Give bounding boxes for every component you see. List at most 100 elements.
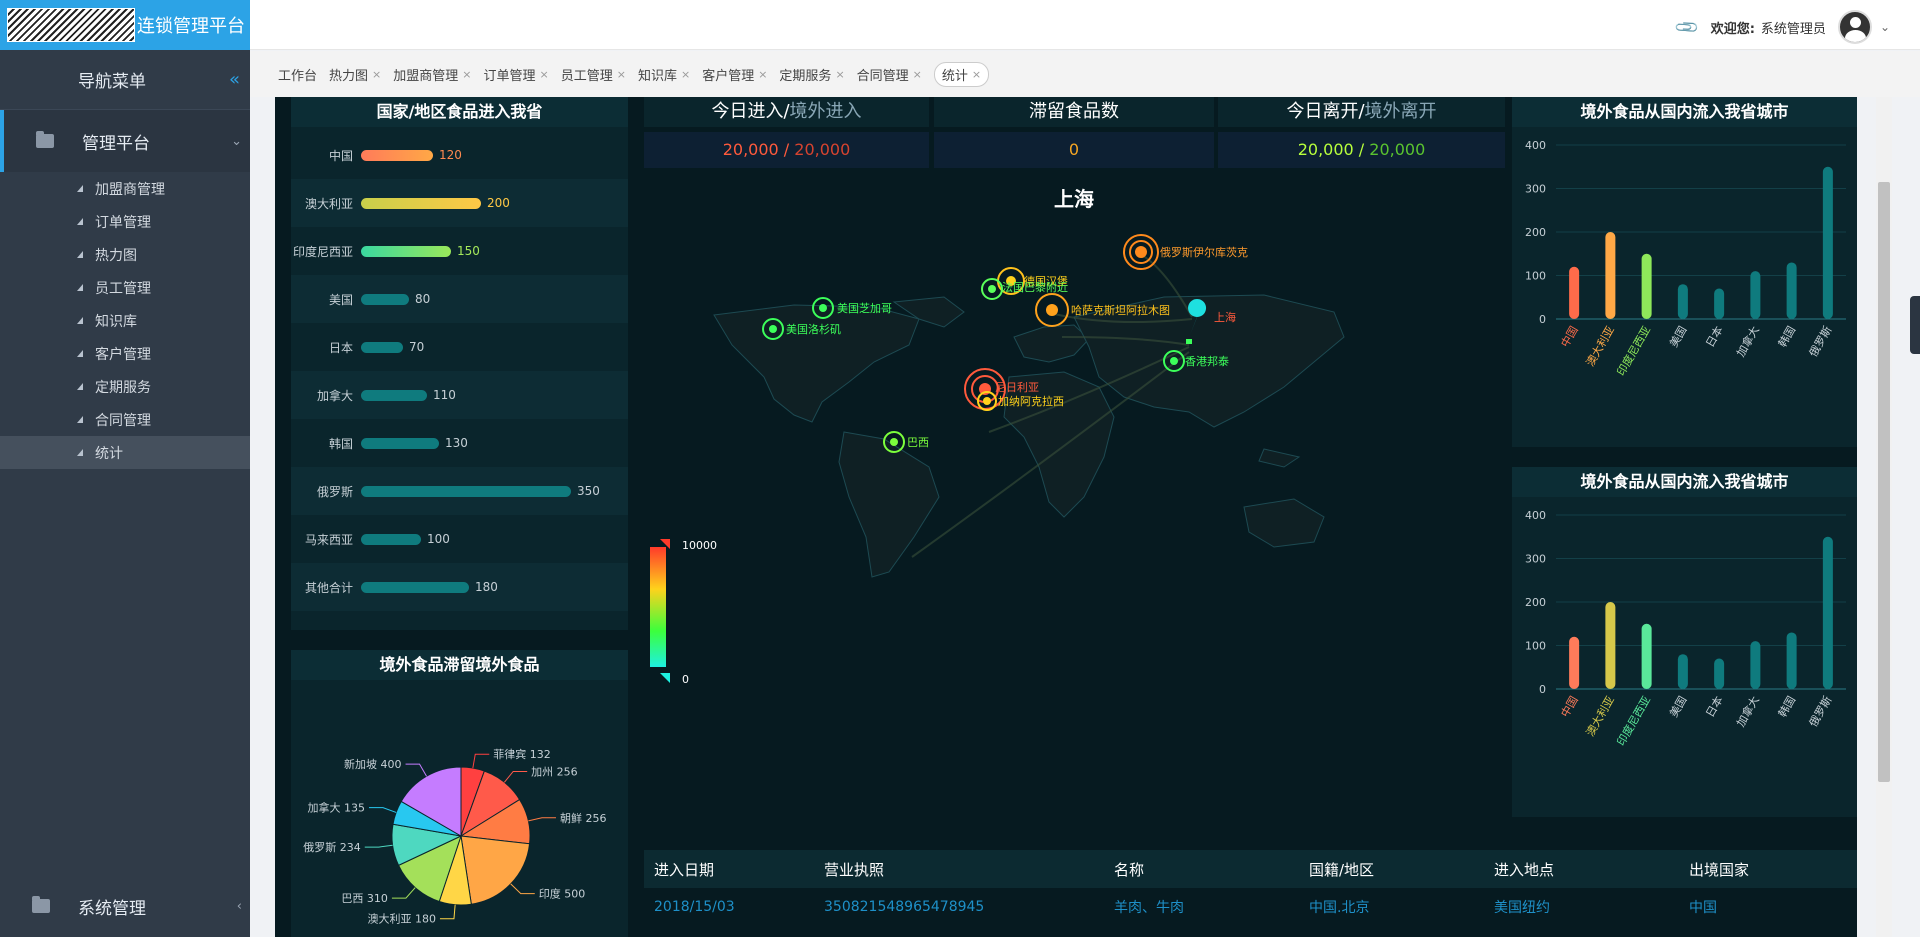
hbar[interactable] <box>361 581 469 593</box>
sidebar-item-label: 员工管理 <box>95 280 151 297</box>
bar[interactable] <box>1750 641 1761 689</box>
bar[interactable] <box>1569 266 1580 319</box>
bar[interactable] <box>1786 632 1797 689</box>
x-tick-label: 印度尼西亚 <box>1614 324 1654 379</box>
city-marker[interactable] <box>769 325 777 333</box>
stat-sep: / <box>778 140 795 159</box>
bar[interactable] <box>1786 262 1797 319</box>
sidebar-item-orders[interactable]: 订单管理 <box>0 205 250 238</box>
stat-value-main: 20,000 <box>1297 140 1354 159</box>
x-tick-label: 加拿大 <box>1733 694 1762 730</box>
hbar[interactable] <box>361 293 409 305</box>
avatar[interactable] <box>1837 10 1872 44</box>
close-icon[interactable]: × <box>540 68 549 81</box>
hbar[interactable] <box>361 149 433 161</box>
column-header[interactable]: 名称 <box>1104 859 1299 880</box>
sidebar-item-heatmap[interactable]: 热力图 <box>0 238 250 271</box>
hbar[interactable] <box>361 389 427 401</box>
city-marker[interactable] <box>1170 357 1178 365</box>
hbar-row: 其他合计 180 <box>291 563 628 611</box>
column-header[interactable]: 出境国家 <box>1679 859 1849 880</box>
bar[interactable] <box>1641 253 1652 319</box>
close-icon[interactable]: × <box>913 68 922 81</box>
table-cell: 2018/15/03 <box>654 899 735 915</box>
tab-workbench[interactable]: 工作台 <box>278 65 317 84</box>
hbar[interactable] <box>361 485 571 497</box>
close-icon[interactable]: × <box>462 68 471 81</box>
tab-franchise[interactable]: 加盟商管理 × <box>393 65 471 84</box>
user-area: 📎 欢迎您: 系统管理员 ⌄ <box>1673 10 1890 44</box>
city-marker[interactable] <box>819 304 827 312</box>
city-marker[interactable] <box>1135 246 1147 258</box>
tab-staff[interactable]: 员工管理 × <box>561 65 626 84</box>
tab-contracts[interactable]: 合同管理 × <box>857 65 922 84</box>
x-tick-label: 韩国 <box>1775 324 1798 350</box>
tab-heatmap[interactable]: 热力图 × <box>329 65 381 84</box>
city-label: 法国巴黎附近 <box>1002 280 1068 294</box>
logo[interactable]: 连锁管理平台 <box>0 0 250 50</box>
pie-label: 巴西 310 <box>341 892 388 905</box>
legend-handle-bottom[interactable] <box>660 673 670 683</box>
bar[interactable] <box>1714 288 1725 319</box>
stat-value-alt: 20,000 <box>1369 140 1426 159</box>
chevron-down-icon[interactable]: ⌄ <box>1880 20 1890 34</box>
close-icon[interactable]: × <box>681 68 690 81</box>
city-marker[interactable] <box>1046 304 1058 316</box>
pie-label: 俄罗斯 234 <box>303 841 361 854</box>
hbar[interactable] <box>361 197 481 209</box>
data-table: 进入日期 营业执照 名称 国籍/地区 进入地点 出境国家 2018/15/03 … <box>644 850 1857 926</box>
close-icon[interactable]: × <box>758 68 767 81</box>
column-header[interactable]: 营业执照 <box>814 859 1104 880</box>
side-handle[interactable] <box>1910 296 1920 354</box>
scrollbar[interactable] <box>1876 97 1892 937</box>
bar[interactable] <box>1605 232 1616 319</box>
tab-knowledge[interactable]: 知识库 × <box>638 65 690 84</box>
bar[interactable] <box>1605 602 1616 689</box>
tab-stats[interactable]: 统计 × <box>933 61 990 87</box>
x-tick-label: 澳大利亚 <box>1583 324 1617 369</box>
bar[interactable] <box>1677 654 1688 689</box>
column-header[interactable]: 国籍/地区 <box>1299 859 1484 880</box>
x-tick-label: 韩国 <box>1775 694 1798 720</box>
hbar[interactable] <box>361 437 439 449</box>
hbar[interactable] <box>361 341 403 353</box>
city-marker[interactable] <box>983 397 991 405</box>
city-marker[interactable] <box>988 285 996 293</box>
close-icon[interactable]: × <box>835 68 844 81</box>
sidebar-item-service[interactable]: 定期服务 <box>0 370 250 403</box>
sidebar-item-contracts[interactable]: 合同管理 <box>0 403 250 436</box>
world-map[interactable]: 上海 俄罗斯伊尔库茨克 德国汉堡 法国巴黎附近 美国芝加哥 美国洛杉矶 哈萨克斯… <box>644 177 1505 837</box>
sidebar-item-customers[interactable]: 客户管理 <box>0 337 250 370</box>
table-row[interactable]: 2018/15/03 350821548965478945 羊肉、牛肉 中国.北… <box>644 888 1857 926</box>
close-icon[interactable]: × <box>972 68 981 81</box>
city-marker[interactable] <box>890 438 898 446</box>
tab-service[interactable]: 定期服务 × <box>779 65 844 84</box>
menu-group-platform[interactable]: 管理平台 ⌄ <box>0 110 250 172</box>
bar[interactable] <box>1822 536 1833 689</box>
tab-customers[interactable]: 客户管理 × <box>702 65 767 84</box>
menu-group-system[interactable]: 系统管理 ‹ <box>0 875 250 937</box>
column-header[interactable]: 进入地点 <box>1484 859 1679 880</box>
bar[interactable] <box>1569 636 1580 689</box>
pie-slice[interactable] <box>460 835 531 905</box>
column-header[interactable]: 进入日期 <box>644 859 814 880</box>
sidebar-item-staff[interactable]: 员工管理 <box>0 271 250 304</box>
tab-orders[interactable]: 订单管理 × <box>483 65 548 84</box>
sidebar-item-stats[interactable]: 统计 <box>0 436 250 469</box>
bar[interactable] <box>1677 284 1688 319</box>
scrollbar-thumb[interactable] <box>1878 182 1890 782</box>
hbar[interactable] <box>361 245 451 257</box>
hbar[interactable] <box>361 533 421 545</box>
sidebar-item-knowledge[interactable]: 知识库 <box>0 304 250 337</box>
bar[interactable] <box>1714 658 1725 689</box>
double-chevron-left-icon[interactable]: « <box>229 69 240 90</box>
close-icon[interactable]: × <box>372 68 381 81</box>
australia-shape <box>1243 498 1325 548</box>
close-icon[interactable]: × <box>617 68 626 81</box>
bar[interactable] <box>1822 166 1833 319</box>
paperclip-icon[interactable]: 📎 <box>1673 13 1701 41</box>
sidebar-item-franchise[interactable]: 加盟商管理 <box>0 172 250 205</box>
bar[interactable] <box>1750 271 1761 319</box>
x-tick-label: 中国 <box>1558 694 1580 720</box>
bar[interactable] <box>1641 623 1652 689</box>
